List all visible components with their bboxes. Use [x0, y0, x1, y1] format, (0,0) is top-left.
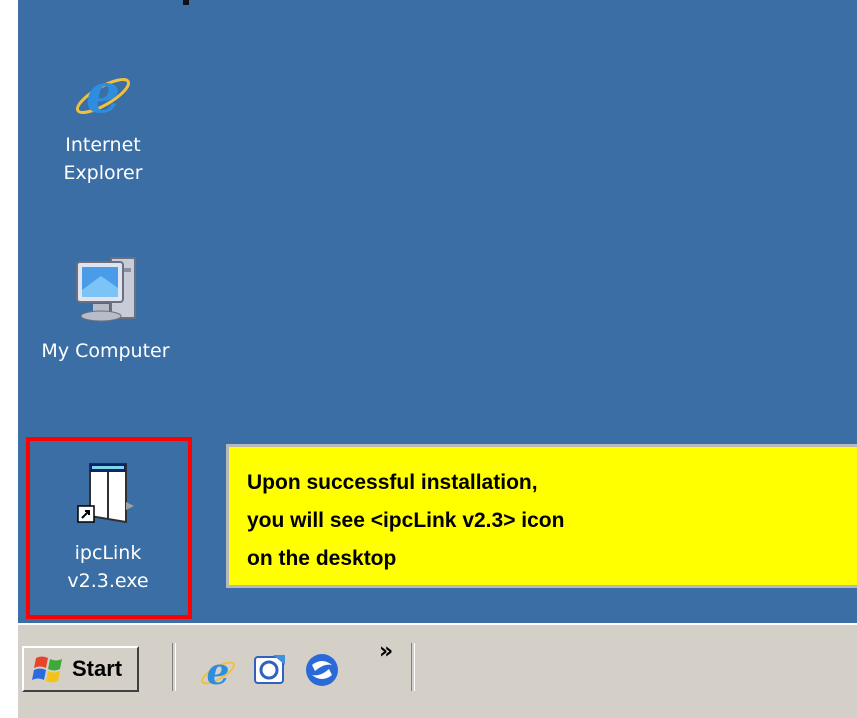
my-computer-icon [75, 257, 136, 322]
installation-callout: Upon successful installation, you will s… [226, 444, 857, 588]
taskbar-separator [411, 643, 415, 691]
icon-label: My Computer [41, 340, 170, 362]
windows-logo-icon [32, 656, 62, 683]
quicklaunch-internet-explorer-icon[interactable]: e [199, 651, 237, 689]
quicklaunch-overflow-button[interactable]: » [379, 639, 393, 664]
desktop-icon-my-computer[interactable]: My Computer [18, 248, 193, 366]
icon-label-line2: Explorer [63, 162, 143, 184]
callout-line-2: you will see <ipcLink v2.3> icon [247, 509, 565, 532]
ipclink-shortcut-icon [77, 463, 134, 524]
icon-label-line1: ipcLink [74, 542, 142, 564]
quicklaunch-media-player-icon[interactable] [303, 651, 341, 689]
start-label: Start [72, 656, 123, 681]
start-button[interactable]: Start [22, 646, 139, 692]
cursor-fragment [183, 0, 189, 5]
desktop-icon-internet-explorer[interactable]: e Internet Explorer [28, 60, 178, 188]
icon-label-line1: Internet [65, 134, 141, 156]
quicklaunch-outlook-express-icon[interactable] [251, 651, 289, 689]
svg-text:e: e [207, 651, 230, 689]
desktop-icon-ipclink[interactable]: ipcLink v2.3.exe [28, 440, 188, 596]
icon-label-line2: v2.3.exe [67, 570, 149, 592]
internet-explorer-icon: e [75, 61, 131, 125]
taskbar-separator [172, 643, 176, 691]
svg-text:e: e [86, 61, 120, 125]
callout-line-3: on the desktop [247, 547, 397, 570]
callout-line-1: Upon successful installation, [247, 471, 538, 494]
taskbar: Start e » [18, 623, 857, 718]
desktop: e Internet Explorer My Computer ipcLink … [18, 0, 857, 718]
